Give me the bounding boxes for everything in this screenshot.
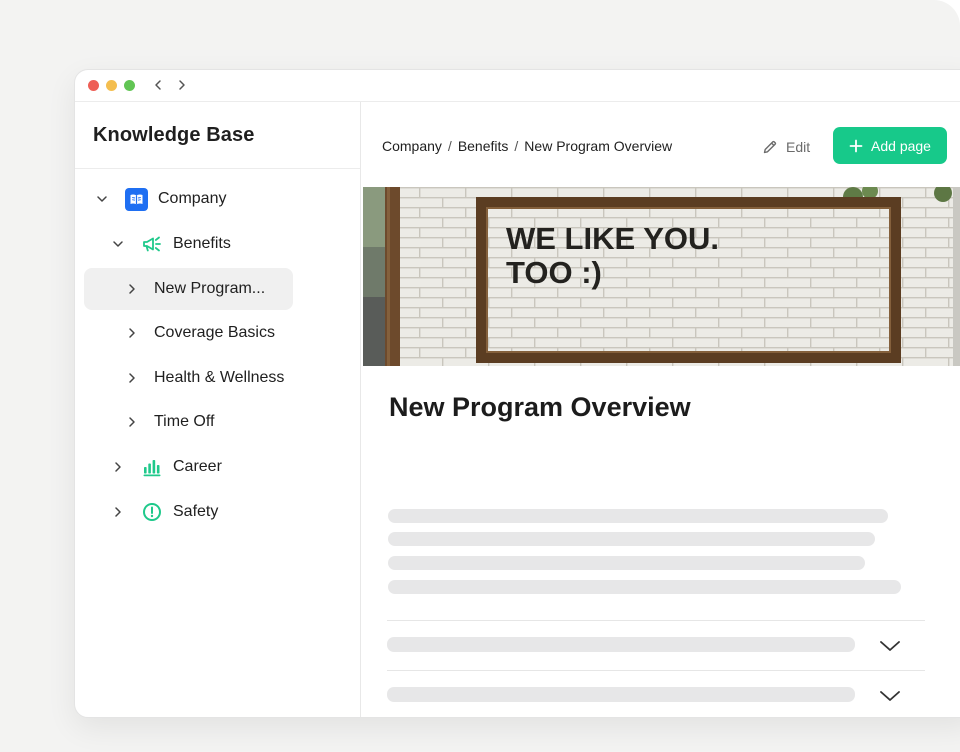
placeholder-line — [388, 509, 888, 523]
maximize-window-button[interactable] — [124, 80, 135, 91]
tree-item-time-off[interactable]: Time Off — [125, 402, 345, 442]
tree-label-new-program: New Program... — [154, 280, 266, 297]
breadcrumb-separator: / — [447, 138, 452, 154]
chevron-right-icon[interactable] — [125, 415, 139, 429]
forward-arrow-icon[interactable] — [175, 78, 189, 92]
app-window: Knowledge Base Company Benefits New Prog… — [74, 69, 960, 718]
hero-image: WE LIKE YOU. TOO :) — [363, 187, 960, 366]
sidebar-title: Knowledge Base — [93, 124, 255, 146]
breadcrumb-item-company[interactable]: Company — [382, 138, 442, 154]
tree-item-health-wellness[interactable]: Health & Wellness — [125, 358, 345, 398]
placeholder-line — [388, 532, 875, 546]
back-arrow-icon[interactable] — [151, 78, 165, 92]
breadcrumb-item-benefits[interactable]: Benefits — [458, 138, 509, 154]
close-window-button[interactable] — [88, 80, 99, 91]
megaphone-icon — [143, 236, 161, 252]
placeholder-line — [388, 580, 901, 594]
tree-item-company[interactable]: Company — [95, 179, 335, 219]
placeholder-line — [388, 556, 865, 570]
tree-label-safety: Safety — [173, 503, 219, 520]
chevron-right-icon[interactable] — [125, 326, 139, 340]
add-page-label: Add page — [871, 137, 931, 154]
bar-chart-icon — [143, 460, 161, 477]
breadcrumb: Company / Benefits / New Program Overvie… — [382, 138, 672, 154]
placeholder-line — [387, 687, 855, 702]
tree-item-career[interactable]: Career — [111, 447, 331, 487]
tree-item-coverage-basics[interactable]: Coverage Basics — [125, 313, 345, 353]
chevron-right-icon[interactable] — [111, 505, 125, 519]
title-bar — [75, 70, 960, 102]
alert-circle-icon — [143, 503, 161, 521]
placeholder-line — [387, 637, 855, 652]
plus-icon — [849, 139, 863, 152]
hero-illustration: WE LIKE YOU. TOO :) — [363, 187, 960, 366]
tree-item-safety[interactable]: Safety — [111, 492, 331, 532]
chevron-down-icon[interactable] — [879, 639, 901, 653]
sign-text-line1: WE LIKE YOU. — [506, 221, 719, 256]
add-page-button[interactable]: Add page — [833, 127, 947, 164]
chevron-right-icon[interactable] — [125, 371, 139, 385]
chevron-down-icon[interactable] — [879, 689, 901, 703]
tree-label-time-off: Time Off — [154, 413, 215, 430]
tree-item-benefits[interactable]: Benefits — [111, 224, 331, 264]
accordion-row[interactable] — [387, 620, 925, 671]
chevron-right-icon[interactable] — [111, 460, 125, 474]
minimize-window-button[interactable] — [106, 80, 117, 91]
breadcrumb-separator: / — [514, 138, 519, 154]
sidebar-divider — [75, 168, 360, 169]
tree-label-company: Company — [158, 190, 227, 207]
sign-text-line2: TOO :) — [506, 255, 602, 290]
tree-label-career: Career — [173, 458, 222, 475]
chevron-down-icon[interactable] — [111, 237, 125, 251]
tree-label-health-wellness: Health & Wellness — [154, 369, 285, 386]
edit-button[interactable]: Edit — [762, 136, 810, 158]
tree-label-benefits: Benefits — [173, 235, 231, 252]
accordion-row[interactable] — [387, 670, 925, 717]
pencil-icon — [763, 140, 777, 154]
breadcrumb-item-current: New Program Overview — [524, 138, 673, 154]
sidebar: Knowledge Base Company Benefits New Prog… — [75, 102, 361, 717]
page-title: New Program Overview — [389, 392, 691, 422]
chevron-down-icon[interactable] — [95, 192, 109, 206]
tree-item-new-program[interactable]: New Program... — [84, 268, 293, 310]
book-icon — [125, 187, 148, 211]
tree-label-coverage-basics: Coverage Basics — [154, 324, 275, 341]
edit-label: Edit — [786, 139, 811, 155]
chevron-right-icon[interactable] — [125, 282, 139, 296]
main-content: Company / Benefits / New Program Overvie… — [361, 102, 960, 717]
